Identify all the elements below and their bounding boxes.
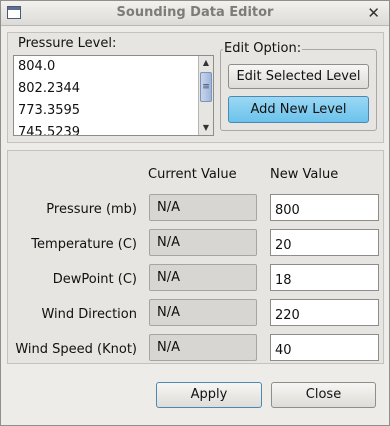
dewpoint-label: DewPoint (C) bbox=[52, 272, 137, 287]
pressure-label: Pressure (mb) bbox=[46, 202, 137, 217]
dewpoint-new-input[interactable] bbox=[270, 264, 379, 291]
temperature-current-field: N/A bbox=[149, 229, 257, 256]
wind-speed-current-field: N/A bbox=[149, 334, 257, 361]
title-bar[interactable]: Sounding Data Editor ✕ bbox=[1, 1, 389, 26]
pressure-new-input[interactable] bbox=[270, 194, 379, 221]
wind-direction-new-input[interactable] bbox=[270, 299, 379, 326]
window-title: Sounding Data Editor bbox=[116, 5, 274, 20]
wind-speed-new-input[interactable] bbox=[270, 334, 379, 361]
current-value-header: Current Value bbox=[148, 167, 237, 182]
list-item[interactable]: 804.0 bbox=[18, 59, 55, 74]
wind-direction-current-field: N/A bbox=[149, 299, 257, 326]
temperature-new-input[interactable] bbox=[270, 229, 379, 256]
new-value-header: New Value bbox=[270, 167, 339, 182]
close-icon[interactable]: ✕ bbox=[367, 4, 380, 22]
values-panel bbox=[7, 150, 384, 364]
pressure-current-field: N/A bbox=[149, 194, 257, 221]
wind-speed-label: Wind Speed (Knot) bbox=[15, 342, 137, 357]
list-scrollbar[interactable]: ▲ ≡ ▼ bbox=[198, 56, 213, 135]
edit-selected-level-button[interactable]: Edit Selected Level bbox=[228, 64, 369, 89]
apply-button[interactable]: Apply bbox=[156, 382, 262, 408]
sounding-data-editor-window: Sounding Data Editor ✕ Pressure Level: 8… bbox=[0, 0, 390, 426]
scroll-thumb[interactable]: ≡ bbox=[200, 72, 212, 102]
temperature-label: Temperature (C) bbox=[31, 237, 137, 252]
pressure-level-list[interactable]: 804.0 802.2344 773.3595 745.5239 ▲ ≡ ▼ bbox=[13, 55, 214, 136]
list-item[interactable]: 773.3595 bbox=[18, 103, 80, 118]
list-item[interactable]: 802.2344 bbox=[18, 81, 80, 96]
list-item[interactable]: 745.5239 bbox=[18, 125, 80, 135]
wind-direction-label: Wind Direction bbox=[41, 307, 137, 322]
pressure-level-label: Pressure Level: bbox=[17, 36, 118, 51]
scroll-up-icon[interactable]: ▲ bbox=[199, 56, 213, 70]
edit-option-label: Edit Option: bbox=[223, 41, 303, 56]
dewpoint-current-field: N/A bbox=[149, 264, 257, 291]
add-new-level-button[interactable]: Add New Level bbox=[228, 96, 369, 123]
scroll-down-icon[interactable]: ▼ bbox=[199, 121, 213, 135]
close-button[interactable]: Close bbox=[271, 382, 376, 408]
